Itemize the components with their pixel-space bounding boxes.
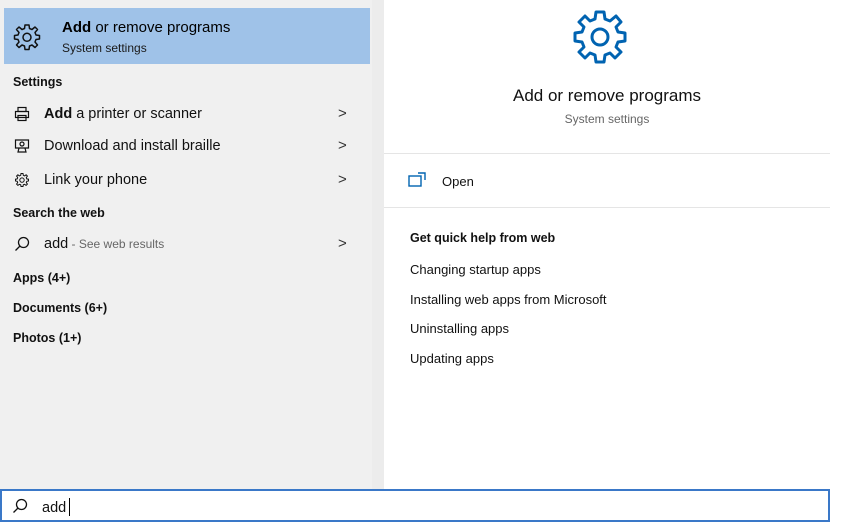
scroll-edge xyxy=(830,0,844,489)
section-search-web: Search the web xyxy=(13,206,105,220)
section-settings: Settings xyxy=(13,75,63,89)
section-documents[interactable]: Documents (6+) xyxy=(13,301,107,315)
query-match: Add xyxy=(44,106,73,122)
top-result-title: Add or remove programs xyxy=(62,19,230,36)
pane-divider xyxy=(372,0,384,489)
printer-icon xyxy=(14,106,30,122)
query-match: Add xyxy=(62,19,92,36)
gear-icon xyxy=(15,173,29,187)
help-heading: Get quick help from web xyxy=(410,231,556,245)
help-link-uninstalling-apps[interactable]: Uninstalling apps xyxy=(410,321,509,336)
top-result-add-remove-programs[interactable]: Add or remove programs System settings xyxy=(4,8,370,64)
open-window-icon xyxy=(408,172,426,187)
divider xyxy=(384,153,830,154)
web-query: add xyxy=(44,236,69,252)
result-web-search[interactable]: add - See web results > xyxy=(0,230,372,260)
result-add-printer[interactable]: Add a printer or scanner > xyxy=(0,100,372,130)
gear-icon xyxy=(573,10,627,64)
search-input[interactable]: add xyxy=(42,498,71,516)
help-link-updating-apps[interactable]: Updating apps xyxy=(410,351,494,366)
title-rest: or remove programs xyxy=(91,19,231,36)
detail-pane: Add or remove programs System settings O… xyxy=(384,0,830,489)
result-link-phone[interactable]: Link your phone > xyxy=(0,166,372,196)
open-label: Open xyxy=(442,174,474,189)
search-value: add xyxy=(42,500,67,516)
chevron-right-icon[interactable]: > xyxy=(338,137,347,154)
section-photos[interactable]: Photos (1+) xyxy=(13,331,81,345)
gear-icon xyxy=(13,24,41,51)
top-result-subtitle: System settings xyxy=(62,41,147,55)
search-icon xyxy=(15,236,30,251)
text-caret xyxy=(69,498,71,516)
braille-display-icon xyxy=(14,139,30,153)
result-braille[interactable]: Download and install braille > xyxy=(0,132,372,162)
web-suffix: - See web results xyxy=(68,237,165,251)
result-label: add - See web results xyxy=(44,236,164,252)
result-label: Link your phone xyxy=(44,172,148,188)
detail-title: Add or remove programs xyxy=(512,86,702,105)
chevron-right-icon[interactable]: > xyxy=(338,105,347,122)
help-link-startup-apps[interactable]: Changing startup apps xyxy=(410,262,541,277)
result-label: Add a printer or scanner xyxy=(44,106,202,122)
chevron-right-icon[interactable]: > xyxy=(338,235,347,252)
chevron-right-icon[interactable]: > xyxy=(338,171,347,188)
section-apps[interactable]: Apps (4+) xyxy=(13,271,70,285)
search-box[interactable]: add xyxy=(0,489,830,522)
divider xyxy=(384,207,830,208)
detail-subtitle: System settings xyxy=(564,112,650,126)
result-label: Download and install braille xyxy=(44,138,221,154)
open-action[interactable]: Open xyxy=(408,172,608,192)
help-link-install-web-apps[interactable]: Installing web apps from Microsoft xyxy=(410,292,607,307)
search-icon xyxy=(13,498,28,513)
label-rest: a printer or scanner xyxy=(72,106,202,122)
